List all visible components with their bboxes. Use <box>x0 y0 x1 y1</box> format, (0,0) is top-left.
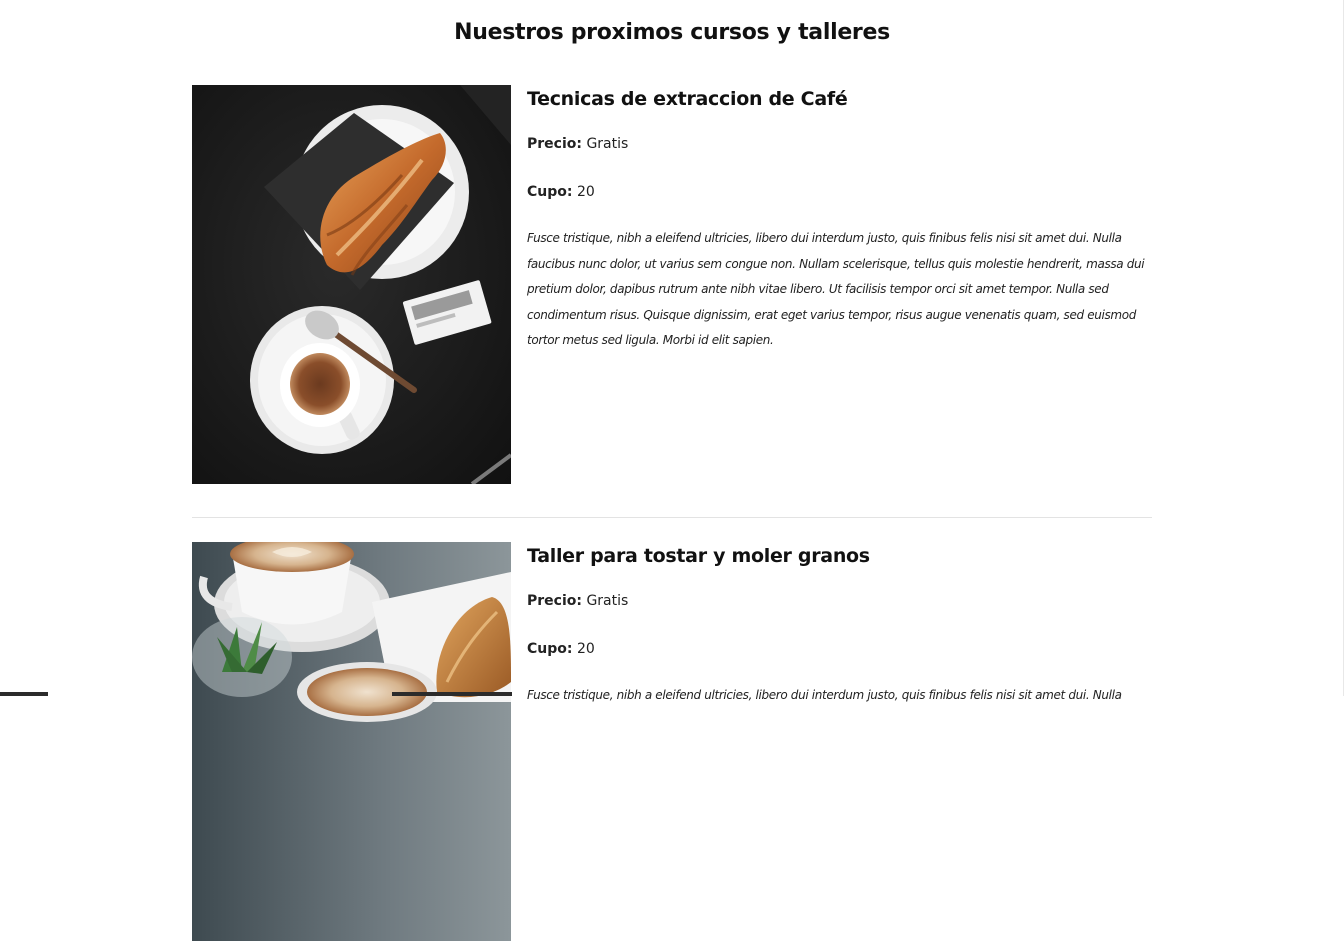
course-info: Taller para tostar y moler granos Precio… <box>527 542 1167 709</box>
course-description: Fusce tristique, nibh a eleifend ultrici… <box>527 231 1145 347</box>
course-card: Taller para tostar y moler granos Precio… <box>192 542 1172 942</box>
course-card: Tecnicas de extraccion de Café Precio: G… <box>192 85 1172 485</box>
cupo-label: Cupo: <box>527 184 573 200</box>
course-divider <box>192 517 1152 518</box>
latte-pastry-photo-icon <box>192 542 511 941</box>
cupo-value: 20 <box>576 184 595 200</box>
course-cupo: Cupo: 20 <box>527 639 1167 659</box>
course-image-croissant-coffee <box>192 85 511 484</box>
price-value: Gratis <box>586 136 629 152</box>
course-title: Tecnicas de extraccion de Café <box>527 88 848 110</box>
bottom-edge-bar <box>392 692 512 696</box>
cupo-value: 20 <box>576 641 595 657</box>
price-value: Gratis <box>586 593 629 609</box>
price-label: Precio: <box>527 593 582 609</box>
course-image-latte-pastry <box>192 542 511 941</box>
course-price: Precio: Gratis <box>527 134 1167 154</box>
course-info: Tecnicas de extraccion de Café Precio: G… <box>527 85 1167 354</box>
course-cupo: Cupo: 20 <box>527 182 1167 202</box>
bottom-edge-bar <box>0 692 48 696</box>
page-title: Nuestros proximos cursos y talleres <box>454 19 890 45</box>
course-title: Taller para tostar y moler granos <box>527 545 870 567</box>
croissant-coffee-photo-icon <box>192 85 511 484</box>
price-label: Precio: <box>527 136 582 152</box>
course-price: Precio: Gratis <box>527 591 1167 611</box>
cupo-label: Cupo: <box>527 641 573 657</box>
